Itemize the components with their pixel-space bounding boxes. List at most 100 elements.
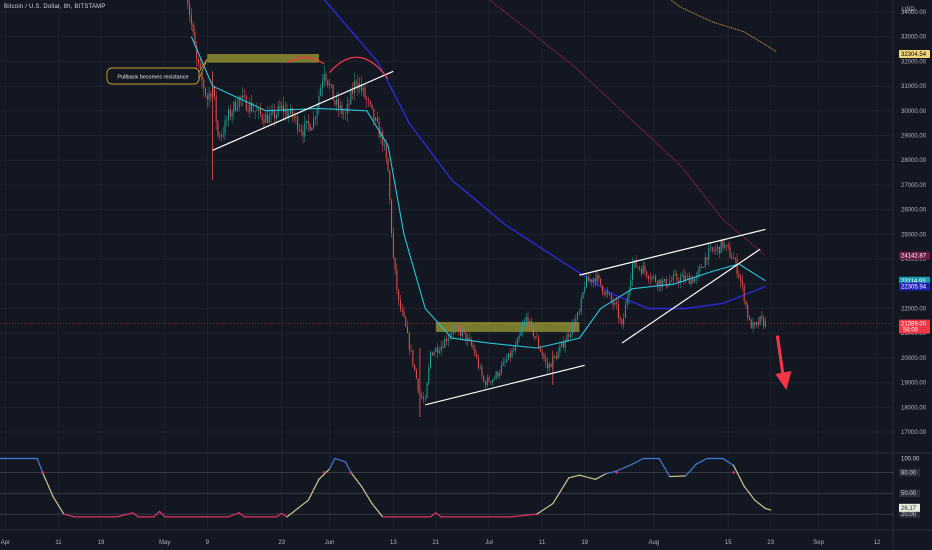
candle-body (329, 83, 331, 86)
candle-body (495, 372, 497, 379)
candle-body (575, 318, 577, 327)
candle-body (598, 274, 600, 279)
candle-body (348, 104, 350, 105)
candle-body (541, 351, 543, 356)
candle-body (190, 14, 192, 24)
candle-body (702, 267, 704, 268)
candle-body (619, 317, 621, 320)
candle-body (562, 341, 564, 348)
candle-body (603, 292, 605, 295)
price-tick-label: 19000.00 (901, 381, 927, 387)
candle-body (318, 95, 320, 108)
candle-body (235, 101, 237, 111)
candle-body (403, 311, 405, 317)
candle-body (275, 114, 277, 119)
candle-body (609, 293, 611, 295)
candle-body (300, 129, 302, 132)
candle-body (513, 350, 515, 351)
candle-body (426, 383, 428, 399)
candle-body (438, 351, 440, 353)
candle-body (508, 353, 510, 360)
candle-body (632, 263, 634, 281)
price-label-text: 22305.94 (901, 284, 927, 290)
candle-body (424, 398, 426, 399)
candle-body (247, 110, 249, 112)
candle-body (610, 294, 612, 301)
candle-body (469, 337, 471, 340)
candle-body (591, 279, 593, 282)
price-label-text: 24142.87 (901, 254, 927, 260)
candle-body (600, 278, 602, 286)
time-tick-label: 19 (98, 540, 105, 546)
candle-body (415, 369, 417, 379)
candle-body (573, 323, 575, 327)
candle-body (532, 325, 534, 337)
time-tick-label: May (159, 540, 170, 546)
candle-body (279, 106, 281, 109)
candle-body (750, 319, 752, 329)
price-tick-label: 32000.00 (901, 59, 927, 65)
candle-body (502, 361, 504, 366)
candle-body (306, 120, 308, 124)
candle-body (385, 145, 387, 159)
candle-body (353, 81, 355, 94)
candle-body (529, 320, 531, 327)
candle-body (644, 265, 646, 272)
candle-body (387, 158, 389, 172)
candle-body (366, 98, 368, 100)
candle-body (343, 113, 345, 115)
candle-body (187, 0, 189, 5)
price-tick-label: 33000.00 (901, 35, 927, 41)
candle-body (382, 132, 384, 146)
candle-body (671, 280, 673, 282)
candle-body (417, 378, 419, 391)
time-tick-label: 21 (433, 540, 440, 546)
candle-body (663, 278, 665, 281)
candle-body (389, 171, 391, 200)
price-tick-label: 25000.00 (901, 232, 927, 238)
candle-body (451, 333, 453, 335)
candle-body (401, 309, 403, 312)
candle-body (738, 274, 740, 277)
candle-body (490, 381, 492, 383)
candle-body (461, 330, 463, 337)
candle-body (440, 346, 442, 352)
price-tick-label: 28000.00 (901, 158, 927, 164)
candle-body (754, 322, 756, 325)
candle-body (430, 352, 432, 368)
candle-body (408, 332, 410, 350)
candle-body (199, 63, 201, 69)
rsi-cross-marker (322, 471, 326, 474)
candle-body (621, 319, 623, 325)
candle-body (720, 240, 722, 254)
candle-body (616, 302, 618, 304)
candle-body (472, 344, 474, 348)
candle-body (307, 120, 309, 125)
candle-body (624, 304, 626, 319)
candle-body (577, 312, 579, 319)
candle-body (311, 127, 313, 131)
price-tick-label: 34000.00 (901, 10, 927, 16)
rsi-cross-marker (732, 471, 735, 474)
candle-body (724, 244, 726, 248)
candle-body (665, 278, 667, 287)
time-tick-label: 12 (874, 540, 881, 546)
candle-body (281, 105, 283, 109)
candle-body (509, 353, 511, 358)
candle-body (658, 279, 660, 286)
candle-body (752, 322, 754, 329)
rsi-tick-label: 20.00 (901, 512, 917, 518)
candle-body (293, 116, 295, 118)
candle-body (531, 320, 533, 326)
candle-body (268, 115, 270, 123)
candle-body (288, 113, 290, 117)
candle-body (456, 327, 458, 329)
candle-body (748, 316, 750, 320)
price-tick-label: 22000.00 (901, 306, 927, 312)
candle-body (713, 250, 715, 252)
candle-body (302, 131, 304, 137)
candle-body (571, 323, 573, 335)
candle-body (557, 351, 559, 359)
candle-body (433, 351, 435, 356)
candle-body (192, 23, 194, 32)
